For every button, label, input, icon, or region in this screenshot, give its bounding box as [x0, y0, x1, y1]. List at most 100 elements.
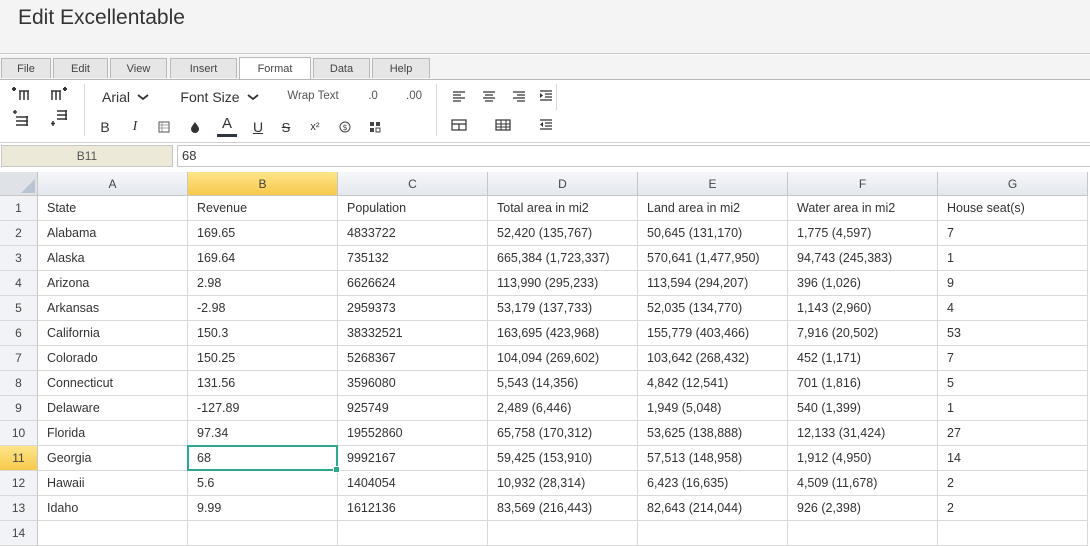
cell-c5[interactable]: 2959373 [338, 296, 488, 321]
cell-a9[interactable]: Delaware [38, 396, 188, 421]
column-header-d[interactable]: D [488, 172, 638, 196]
cell-f1[interactable]: Water area in mi2 [788, 196, 938, 221]
font-size-select[interactable]: Font Size [172, 88, 268, 106]
cell-f14[interactable] [788, 521, 938, 546]
row-header[interactable]: 13 [0, 496, 38, 521]
indent-icon[interactable] [537, 88, 555, 104]
table-icon[interactable] [494, 117, 512, 133]
row-header[interactable]: 7 [0, 346, 38, 371]
cell-border-icon[interactable] [155, 119, 173, 135]
cell-b10[interactable]: 97.34 [188, 421, 338, 446]
cell-g8[interactable]: 5 [938, 371, 1088, 396]
cell-c9[interactable]: 925749 [338, 396, 488, 421]
tab-file[interactable]: File [1, 58, 51, 78]
cell-g12[interactable]: 2 [938, 471, 1088, 496]
cell-e2[interactable]: 50,645 (131,170) [638, 221, 788, 246]
cell-d12[interactable]: 10,932 (28,314) [488, 471, 638, 496]
cell-d4[interactable]: 113,990 (295,233) [488, 271, 638, 296]
cell-a7[interactable]: Colorado [38, 346, 188, 371]
row-header[interactable]: 5 [0, 296, 38, 321]
cell-reference-box[interactable]: B11 [1, 145, 173, 167]
tab-help[interactable]: Help [372, 58, 430, 78]
cell-d8[interactable]: 5,543 (14,356) [488, 371, 638, 396]
row-header[interactable]: 3 [0, 246, 38, 271]
cell-a10[interactable]: Florida [38, 421, 188, 446]
cell-a13[interactable]: Idaho [38, 496, 188, 521]
cell-c13[interactable]: 1612136 [338, 496, 488, 521]
cell-d13[interactable]: 83,569 (216,443) [488, 496, 638, 521]
increase-decimal-button[interactable]: .00 [400, 88, 428, 104]
cell-f8[interactable]: 701 (1,816) [788, 371, 938, 396]
cell-c7[interactable]: 5268367 [338, 346, 488, 371]
cell-g3[interactable]: 1 [938, 246, 1088, 271]
tab-data[interactable]: Data [313, 58, 370, 78]
row-header[interactable]: 14 [0, 521, 38, 546]
cell-g10[interactable]: 27 [938, 421, 1088, 446]
cell-f9[interactable]: 540 (1,399) [788, 396, 938, 421]
cell-f13[interactable]: 926 (2,398) [788, 496, 938, 521]
cell-b8[interactable]: 131.56 [188, 371, 338, 396]
cell-a14[interactable] [38, 521, 188, 546]
cell-a8[interactable]: Connecticut [38, 371, 188, 396]
cell-c3[interactable]: 735132 [338, 246, 488, 271]
bold-button[interactable]: B [96, 118, 114, 136]
cell-c11[interactable]: 9992167 [338, 446, 488, 471]
cell-e6[interactable]: 155,779 (403,466) [638, 321, 788, 346]
insert-column-left-icon[interactable] [10, 86, 32, 104]
strikethrough-button[interactable]: S [277, 118, 295, 136]
row-header[interactable]: 9 [0, 396, 38, 421]
font-color-button[interactable]: A [217, 114, 237, 138]
column-header-g[interactable]: G [938, 172, 1088, 196]
cell-e8[interactable]: 4,842 (12,541) [638, 371, 788, 396]
cell-e4[interactable]: 113,594 (294,207) [638, 271, 788, 296]
outdent-icon[interactable] [537, 117, 555, 133]
cell-c4[interactable]: 6626624 [338, 271, 488, 296]
cell-c6[interactable]: 38332521 [338, 321, 488, 346]
cell-g13[interactable]: 2 [938, 496, 1088, 521]
cell-e9[interactable]: 1,949 (5,048) [638, 396, 788, 421]
cell-a3[interactable]: Alaska [38, 246, 188, 271]
cell-a5[interactable]: Arkansas [38, 296, 188, 321]
cell-b2[interactable]: 169.65 [188, 221, 338, 246]
insert-column-right-icon[interactable] [48, 86, 70, 104]
superscript-button[interactable]: x² [305, 118, 325, 136]
tab-edit[interactable]: Edit [53, 58, 108, 78]
cell-g6[interactable]: 53 [938, 321, 1088, 346]
cell-e11[interactable]: 57,513 (148,958) [638, 446, 788, 471]
cell-g7[interactable]: 7 [938, 346, 1088, 371]
cell-a4[interactable]: Arizona [38, 271, 188, 296]
cell-f12[interactable]: 4,509 (11,678) [788, 471, 938, 496]
cell-g5[interactable]: 4 [938, 296, 1088, 321]
align-right-icon[interactable] [510, 88, 528, 104]
cell-e1[interactable]: Land area in mi2 [638, 196, 788, 221]
column-header-f[interactable]: F [788, 172, 938, 196]
cell-d11[interactable]: 59,425 (153,910) [488, 446, 638, 471]
cell-f3[interactable]: 94,743 (245,383) [788, 246, 938, 271]
cell-a1[interactable]: State [38, 196, 188, 221]
cell-g14[interactable] [938, 521, 1088, 546]
cell-f2[interactable]: 1,775 (4,597) [788, 221, 938, 246]
cell-a2[interactable]: Alabama [38, 221, 188, 246]
cell-b12[interactable]: 5.6 [188, 471, 338, 496]
underline-button[interactable]: U [249, 118, 267, 136]
cell-b6[interactable]: 150.3 [188, 321, 338, 346]
column-header-b[interactable]: B [188, 172, 338, 196]
cell-e12[interactable]: 6,423 (16,635) [638, 471, 788, 496]
align-center-icon[interactable] [480, 88, 498, 104]
cell-g2[interactable]: 7 [938, 221, 1088, 246]
cell-b1[interactable]: Revenue [188, 196, 338, 221]
row-header[interactable]: 2 [0, 221, 38, 246]
wrap-text-button[interactable]: Wrap Text [278, 88, 348, 104]
insert-row-above-icon[interactable] [10, 109, 32, 127]
cell-f10[interactable]: 12,133 (31,424) [788, 421, 938, 446]
cell-b5[interactable]: -2.98 [188, 296, 338, 321]
cell-f4[interactable]: 396 (1,026) [788, 271, 938, 296]
cell-g4[interactable]: 9 [938, 271, 1088, 296]
cell-c10[interactable]: 19552860 [338, 421, 488, 446]
font-family-select[interactable]: Arial [96, 88, 156, 106]
cell-g1[interactable]: House seat(s) [938, 196, 1088, 221]
cell-d1[interactable]: Total area in mi2 [488, 196, 638, 221]
tab-insert[interactable]: Insert [170, 58, 237, 78]
number-format-icon[interactable] [366, 119, 384, 135]
row-header[interactable]: 10 [0, 421, 38, 446]
